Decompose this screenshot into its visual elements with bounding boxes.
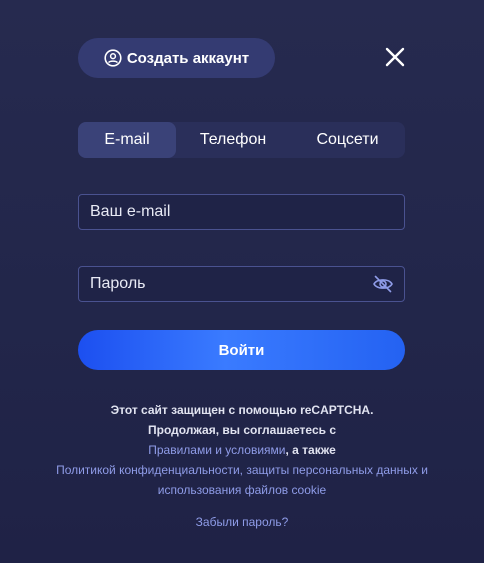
email-field-wrapper [78,194,405,230]
create-account-button[interactable]: Создать аккаунт [78,38,275,78]
legal-also-text: , а также [285,443,336,457]
login-button[interactable]: Войти [78,330,405,370]
user-circle-icon [104,49,122,67]
login-method-tabs: E-mail Телефон Соцсети [78,122,405,158]
legal-line-agree: Продолжая, вы соглашаетесь с [148,423,336,437]
eye-off-icon[interactable] [371,272,395,296]
terms-link[interactable]: Правилами и условиями [148,443,285,457]
legal-line-privacy: Политикой конфиденциальности, защиты пер… [40,460,444,500]
tab-phone[interactable]: Телефон [176,122,290,158]
login-modal: Создать аккаунт E-mail Телефон Соцсети В… [0,0,484,563]
create-account-label: Создать аккаунт [126,49,250,67]
legal-line-recaptcha: Этот сайт защищен с помощью reCAPTCHA. [110,403,374,417]
privacy-link[interactable]: Политикой конфиденциальности, защиты пер… [56,463,428,497]
close-icon[interactable] [383,45,407,69]
legal-notice: Этот сайт защищен с помощью reCAPTCHA. П… [40,400,444,500]
password-field-wrapper [78,266,405,302]
tab-email[interactable]: E-mail [78,122,176,158]
legal-line-terms: Правилами и условиями, а также [40,440,444,460]
password-input[interactable] [79,267,371,301]
tab-social[interactable]: Соцсети [290,122,405,158]
forgot-password-link[interactable]: Забыли пароль? [0,515,484,529]
email-input[interactable] [79,195,404,229]
